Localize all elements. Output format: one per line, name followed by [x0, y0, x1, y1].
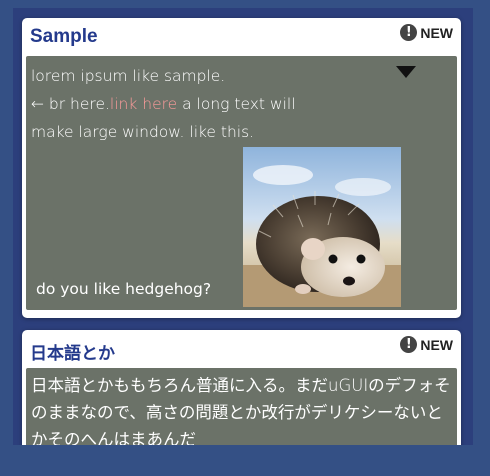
body-line: ← br here.link here a long text will	[31, 90, 391, 118]
new-badge-label: NEW	[420, 24, 453, 41]
card-title: 日本語とか	[30, 344, 115, 364]
card-body: lorem ipsum like sample. ← br here.link …	[26, 56, 457, 310]
card-body: 日本語とかももちろん普通に入る。まだuGUIのデフォそのままなので、高さの問題と…	[26, 368, 457, 445]
card-body-text: lorem ipsum like sample. ← br here.link …	[31, 62, 391, 146]
link-here[interactable]: link here	[110, 95, 177, 113]
alert-icon: !	[400, 336, 418, 353]
new-badge-label: NEW	[420, 336, 453, 353]
scroll-view[interactable]: Sample ! NEW lorem ipsum like sample. ← …	[13, 8, 473, 445]
caret-down-icon[interactable]	[396, 66, 416, 78]
body-text-segment: a long text will	[177, 95, 296, 113]
body-line: make large window. like this.	[31, 123, 255, 141]
card-body-text: 日本語とかももちろん普通に入る。まだuGUIのデフォそのままなので、高さの問題と…	[31, 376, 451, 445]
card-header: Sample ! NEW	[22, 18, 461, 54]
message-card-japanese: 日本語とか ! NEW 日本語とかももちろん普通に入る。まだuGUIのデフォその…	[22, 330, 461, 445]
card-title: Sample	[30, 26, 98, 47]
alert-icon: !	[400, 24, 418, 41]
card-header: 日本語とか ! NEW	[22, 330, 461, 366]
body-line: lorem ipsum like sample.	[31, 67, 226, 85]
new-badge: ! NEW	[400, 336, 453, 353]
hedgehog-caption: do you like hedgehog?	[36, 280, 212, 298]
new-badge: ! NEW	[400, 24, 453, 41]
body-text-segment: ← br here.	[31, 95, 110, 113]
hedgehog-image	[243, 147, 401, 307]
message-card-sample: Sample ! NEW lorem ipsum like sample. ← …	[22, 18, 461, 318]
